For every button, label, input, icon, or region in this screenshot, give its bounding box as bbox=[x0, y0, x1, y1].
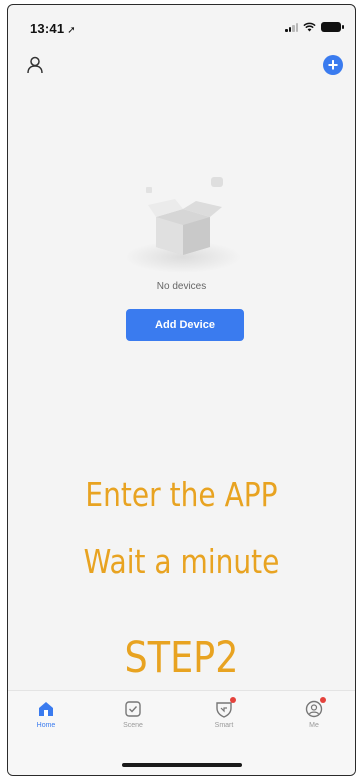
tab-me[interactable]: Me bbox=[284, 697, 344, 729]
overlay-step-label: STEP2 bbox=[124, 633, 239, 683]
tab-label-scene: Scene bbox=[123, 722, 143, 729]
smart-badge-dot bbox=[230, 697, 236, 703]
home-indicator bbox=[121, 763, 242, 767]
status-icons bbox=[285, 22, 344, 32]
overlay-text-line-2: Wait a minute bbox=[83, 542, 280, 581]
cellular-signal-icon bbox=[285, 22, 298, 32]
status-time: 13:41 ➚ bbox=[30, 21, 76, 36]
empty-state-message: No devices bbox=[156, 281, 207, 292]
bottom-tab-bar: Home Scene Smart Me bbox=[8, 690, 355, 775]
tab-label-home: Home bbox=[36, 722, 56, 729]
smart-icon bbox=[214, 697, 236, 719]
tab-home[interactable]: Home bbox=[16, 699, 76, 729]
scene-icon bbox=[123, 699, 143, 719]
tab-label-smart: Smart bbox=[214, 722, 234, 729]
tab-smart[interactable]: Smart bbox=[194, 697, 254, 729]
tab-scene[interactable]: Scene bbox=[103, 699, 163, 729]
tab-label-me: Me bbox=[309, 722, 319, 729]
plus-circle-icon[interactable]: + bbox=[323, 55, 343, 75]
add-device-button[interactable]: Add Device bbox=[126, 309, 244, 341]
battery-icon bbox=[321, 22, 344, 32]
me-icon bbox=[304, 697, 326, 719]
me-badge-dot bbox=[320, 697, 326, 703]
time-text: 13:41 bbox=[30, 21, 65, 36]
wifi-icon bbox=[303, 22, 316, 32]
location-arrow-icon: ➚ bbox=[67, 25, 76, 36]
home-icon bbox=[36, 699, 56, 719]
empty-box-illustration bbox=[125, 177, 241, 273]
overlay-text-line-1: Enter the APP bbox=[85, 475, 278, 514]
person-icon[interactable] bbox=[25, 55, 45, 75]
status-bar: 13:41 ➚ bbox=[8, 5, 355, 45]
phone-screen: 13:41 ➚ + No devices Add Device Enter th… bbox=[7, 4, 356, 776]
